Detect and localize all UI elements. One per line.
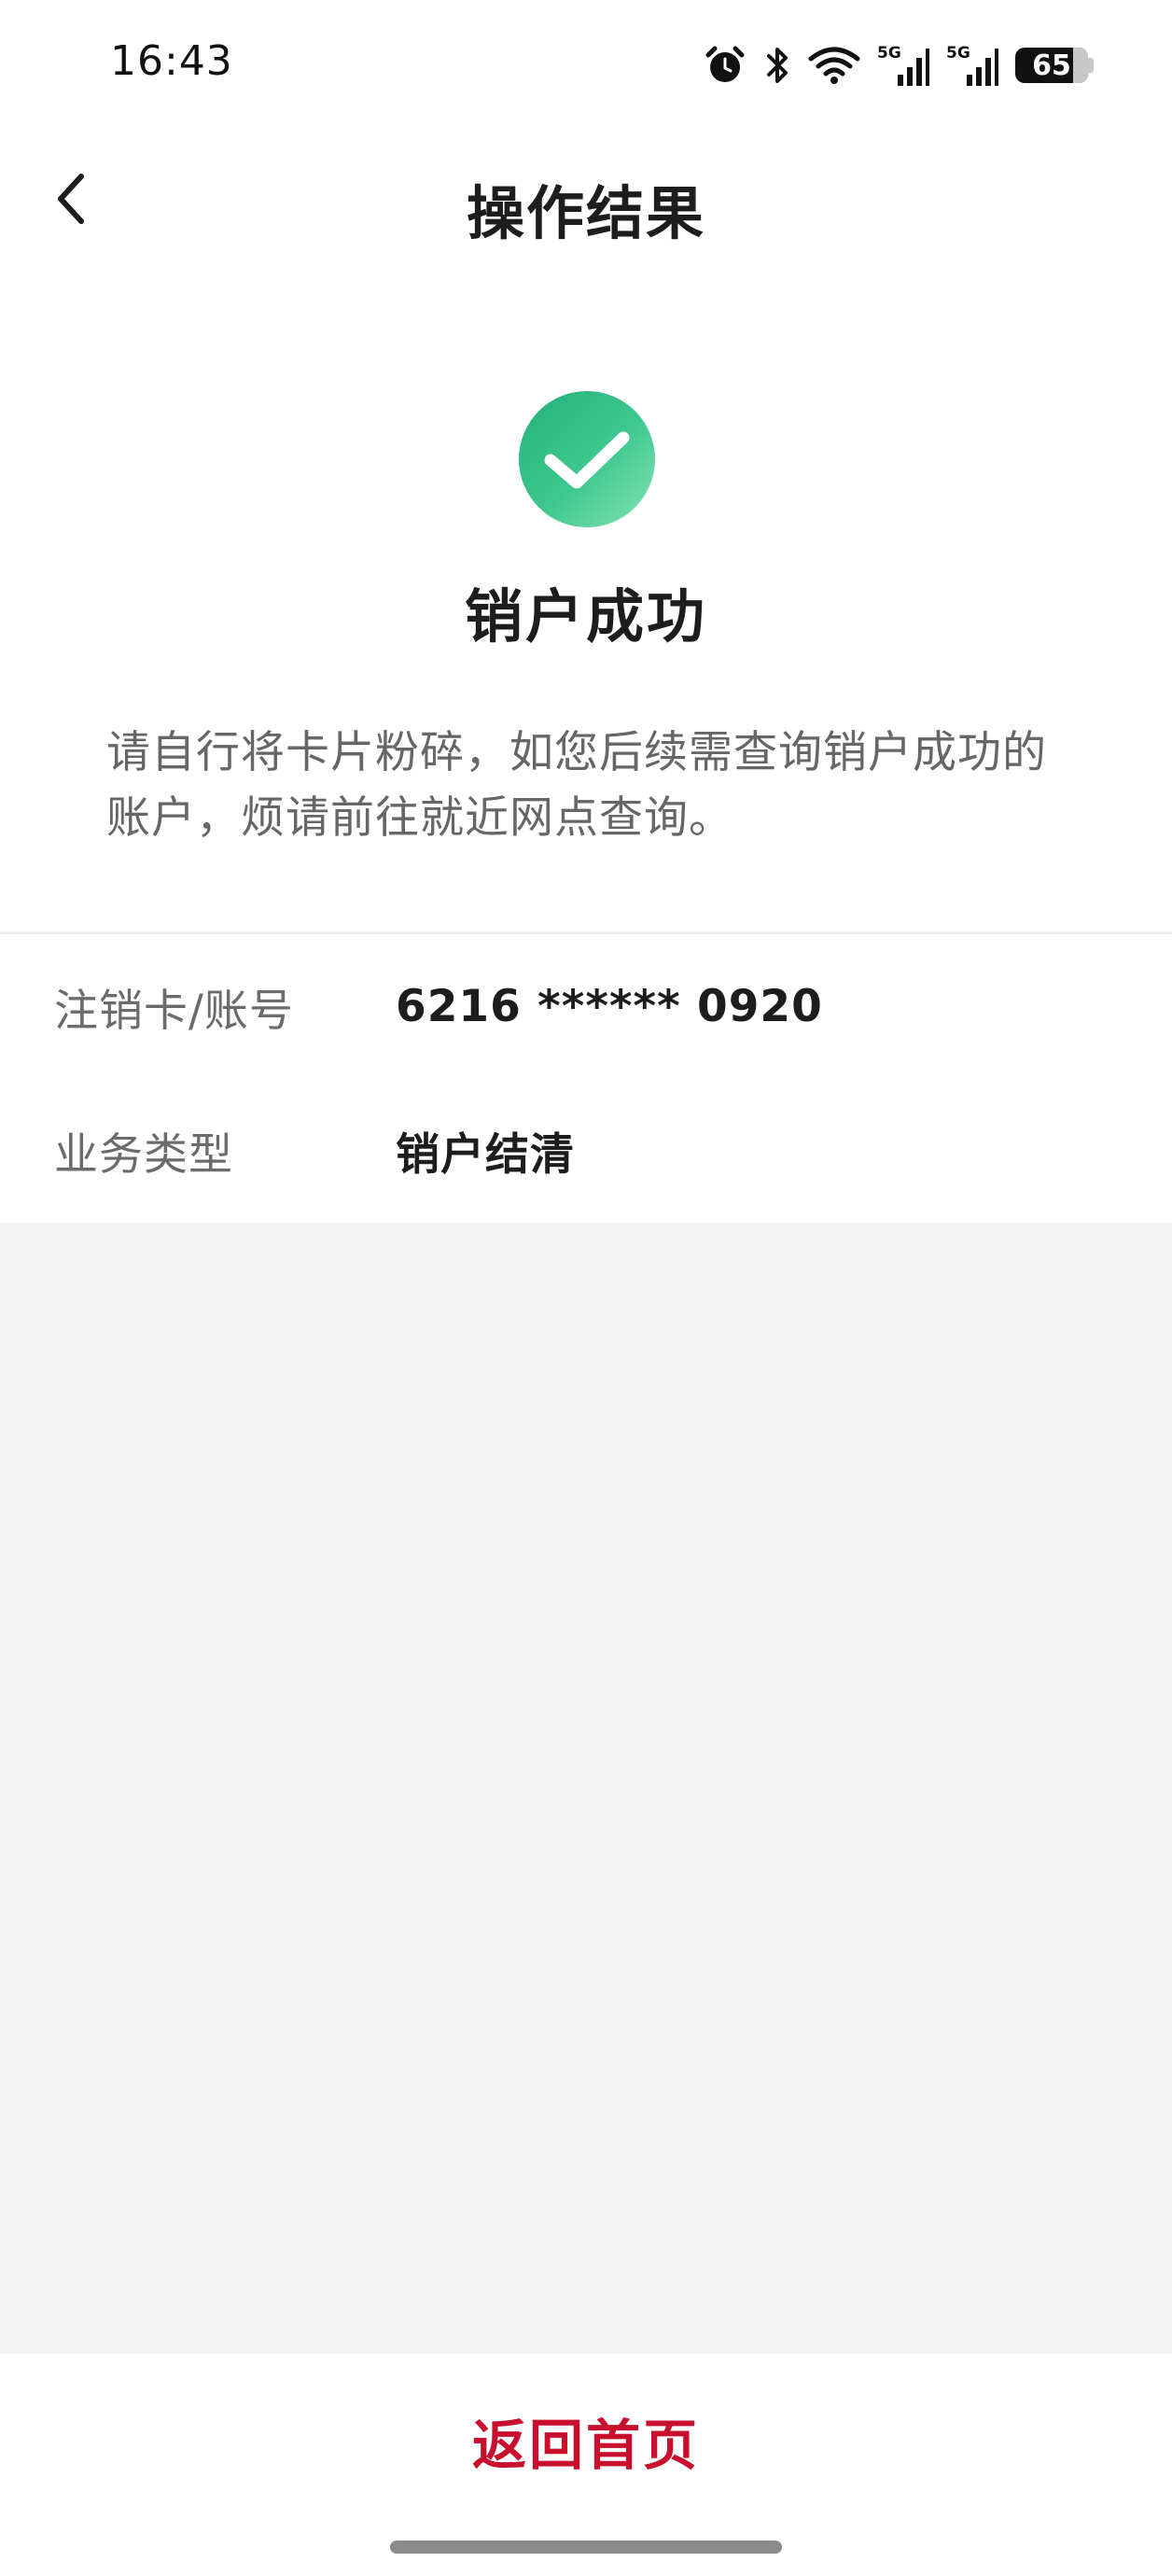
divider <box>0 931 1172 934</box>
nav-bar: 操作结果 <box>0 140 1172 261</box>
detail-value: 6216 ****** 0920 <box>396 980 823 1032</box>
return-home-button[interactable]: 返回首页 <box>353 2389 819 2492</box>
result-description: 请自行将卡片粉碎，如您后续需查询销户成功的账户，烦请前往就近网点查询。 <box>106 727 1047 844</box>
detail-label: 注销卡/账号 <box>54 985 294 1037</box>
battery-icon: 65 <box>1015 48 1094 83</box>
svg-text:5G: 5G <box>877 44 901 63</box>
alarm-icon <box>704 44 746 87</box>
bottom-bar: 返回首页 <box>0 2354 1172 2576</box>
check-circle-icon <box>519 391 655 527</box>
status-bar: 16:43 5G 5G 65 <box>0 0 1172 131</box>
battery-level: 65 <box>1032 49 1071 82</box>
result-title: 销户成功 <box>464 582 707 651</box>
battery-empty-portion <box>1073 48 1088 83</box>
signal-5g-icon: 5G <box>946 43 998 88</box>
signal-5g-icon: 5G <box>877 43 929 88</box>
page-title: 操作结果 <box>466 179 705 247</box>
status-time: 16:43 <box>110 37 233 85</box>
home-indicator[interactable] <box>390 2541 782 2554</box>
battery-body: 65 <box>1015 48 1088 83</box>
battery-tip <box>1088 58 1094 73</box>
bluetooth-icon <box>763 44 791 87</box>
wifi-icon <box>808 46 860 85</box>
detail-row-card-number: 注销卡/账号 6216 ****** 0920 <box>0 950 1172 1062</box>
detail-label: 业务类型 <box>54 1128 233 1181</box>
detail-value: 销户结清 <box>396 1128 575 1181</box>
page: 16:43 5G 5G 65 操作结果 销户成功 请自行将卡片粉碎，如您后续需查… <box>0 0 1172 2576</box>
svg-text:5G: 5G <box>946 44 970 63</box>
detail-row-business-type: 业务类型 销户结清 <box>0 1094 1172 1206</box>
status-icons: 5G 5G 65 <box>704 39 1094 91</box>
